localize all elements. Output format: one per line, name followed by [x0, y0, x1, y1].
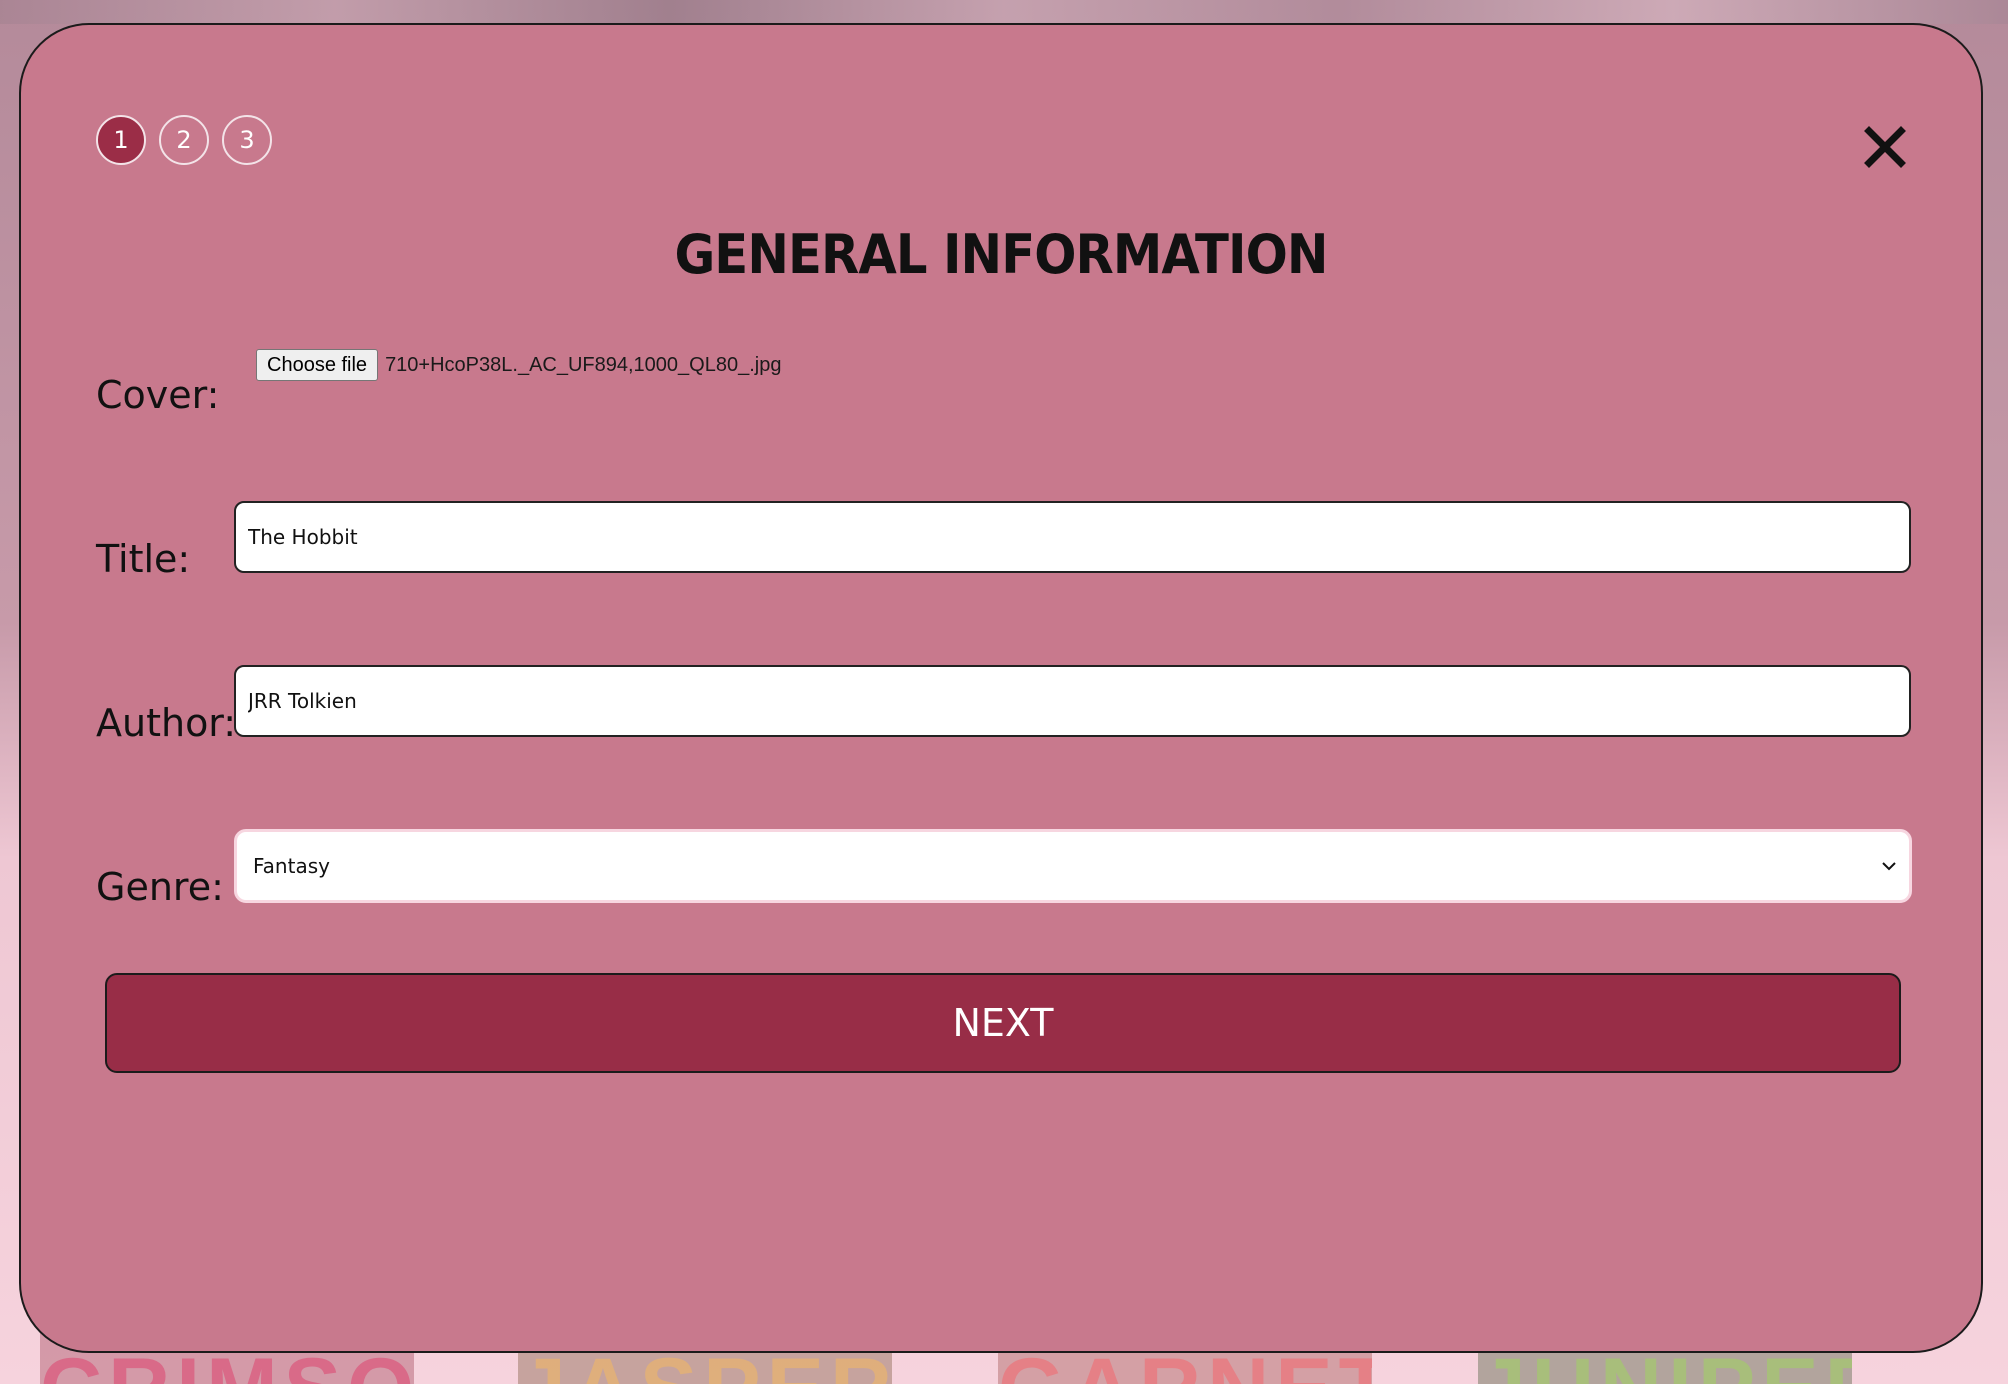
next-button[interactable]: NEXT	[105, 973, 1901, 1073]
genre-select[interactable]: Fantasy	[234, 829, 1912, 903]
cover-file-picker: Choose file 710+HcoP38L._AC_UF894,1000_Q…	[256, 349, 781, 381]
title-label: Title:	[96, 537, 191, 581]
step-3[interactable]: 3	[222, 115, 272, 165]
cover-label: Cover:	[96, 373, 220, 417]
add-book-modal: 1 2 3 GENERAL INFORMATION Cover: Choose …	[19, 23, 1983, 1353]
title-input[interactable]	[234, 501, 1911, 573]
step-1[interactable]: 1	[96, 115, 146, 165]
step-indicator: 1 2 3	[96, 115, 272, 165]
close-icon	[1864, 126, 1906, 168]
author-input[interactable]	[234, 665, 1911, 737]
step-2[interactable]: 2	[159, 115, 209, 165]
genre-selected-value: Fantasy	[253, 854, 330, 878]
chevron-down-icon	[1882, 862, 1896, 871]
selected-file-name: 710+HcoP38L._AC_UF894,1000_QL80_.jpg	[385, 353, 782, 376]
close-button[interactable]	[1863, 125, 1907, 169]
author-label: Author:	[96, 701, 237, 745]
genre-label: Genre:	[96, 865, 224, 909]
background-top-strip	[0, 0, 2008, 24]
page-title: GENERAL INFORMATION	[674, 223, 1328, 286]
choose-file-button[interactable]: Choose file	[256, 349, 379, 381]
